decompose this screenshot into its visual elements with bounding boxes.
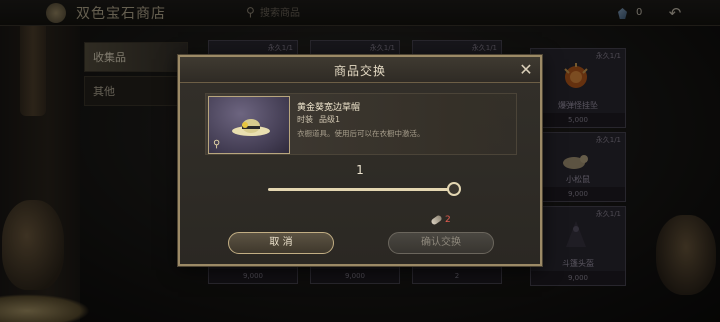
cost-value: 2 [445, 215, 451, 225]
slider-track[interactable] [268, 188, 454, 191]
quantity-slider[interactable] [268, 182, 461, 196]
close-button[interactable]: ✕ [516, 60, 536, 80]
cancel-button[interactable]: 取 消 [228, 232, 334, 254]
straw-hat-icon [232, 119, 270, 136]
quantity-value: 1 [356, 163, 364, 177]
item-type: 时装 [297, 115, 313, 124]
item-name: 黄金葵宽边草帽 [297, 103, 361, 113]
dialog-title: 商品交换 [333, 64, 386, 78]
exchange-cost: 2 [430, 213, 451, 226]
item-description: 衣橱道具。使用后可以在衣橱中激活。 [297, 129, 425, 138]
item-grade: 品级1 [319, 115, 341, 124]
ticket-icon [430, 213, 443, 226]
item-thumbnail[interactable]: ⚲ [208, 96, 290, 154]
zoom-icon[interactable]: ⚲ [213, 139, 220, 150]
exchange-dialog: 商品交换 ✕ ⚲ 黄金葵宽边草帽 时装 品级1 衣橱道具。使用后可以在衣橱中激活。… [178, 55, 542, 266]
dialog-header: 商品交换 ✕ [180, 57, 540, 83]
slider-handle[interactable] [447, 182, 461, 196]
item-meta: 时装 品级1 [297, 114, 346, 125]
item-info-panel: ⚲ 黄金葵宽边草帽 时装 品级1 衣橱道具。使用后可以在衣橱中激活。 [205, 93, 517, 155]
confirm-exchange-button[interactable]: 确认交换 [388, 232, 494, 254]
